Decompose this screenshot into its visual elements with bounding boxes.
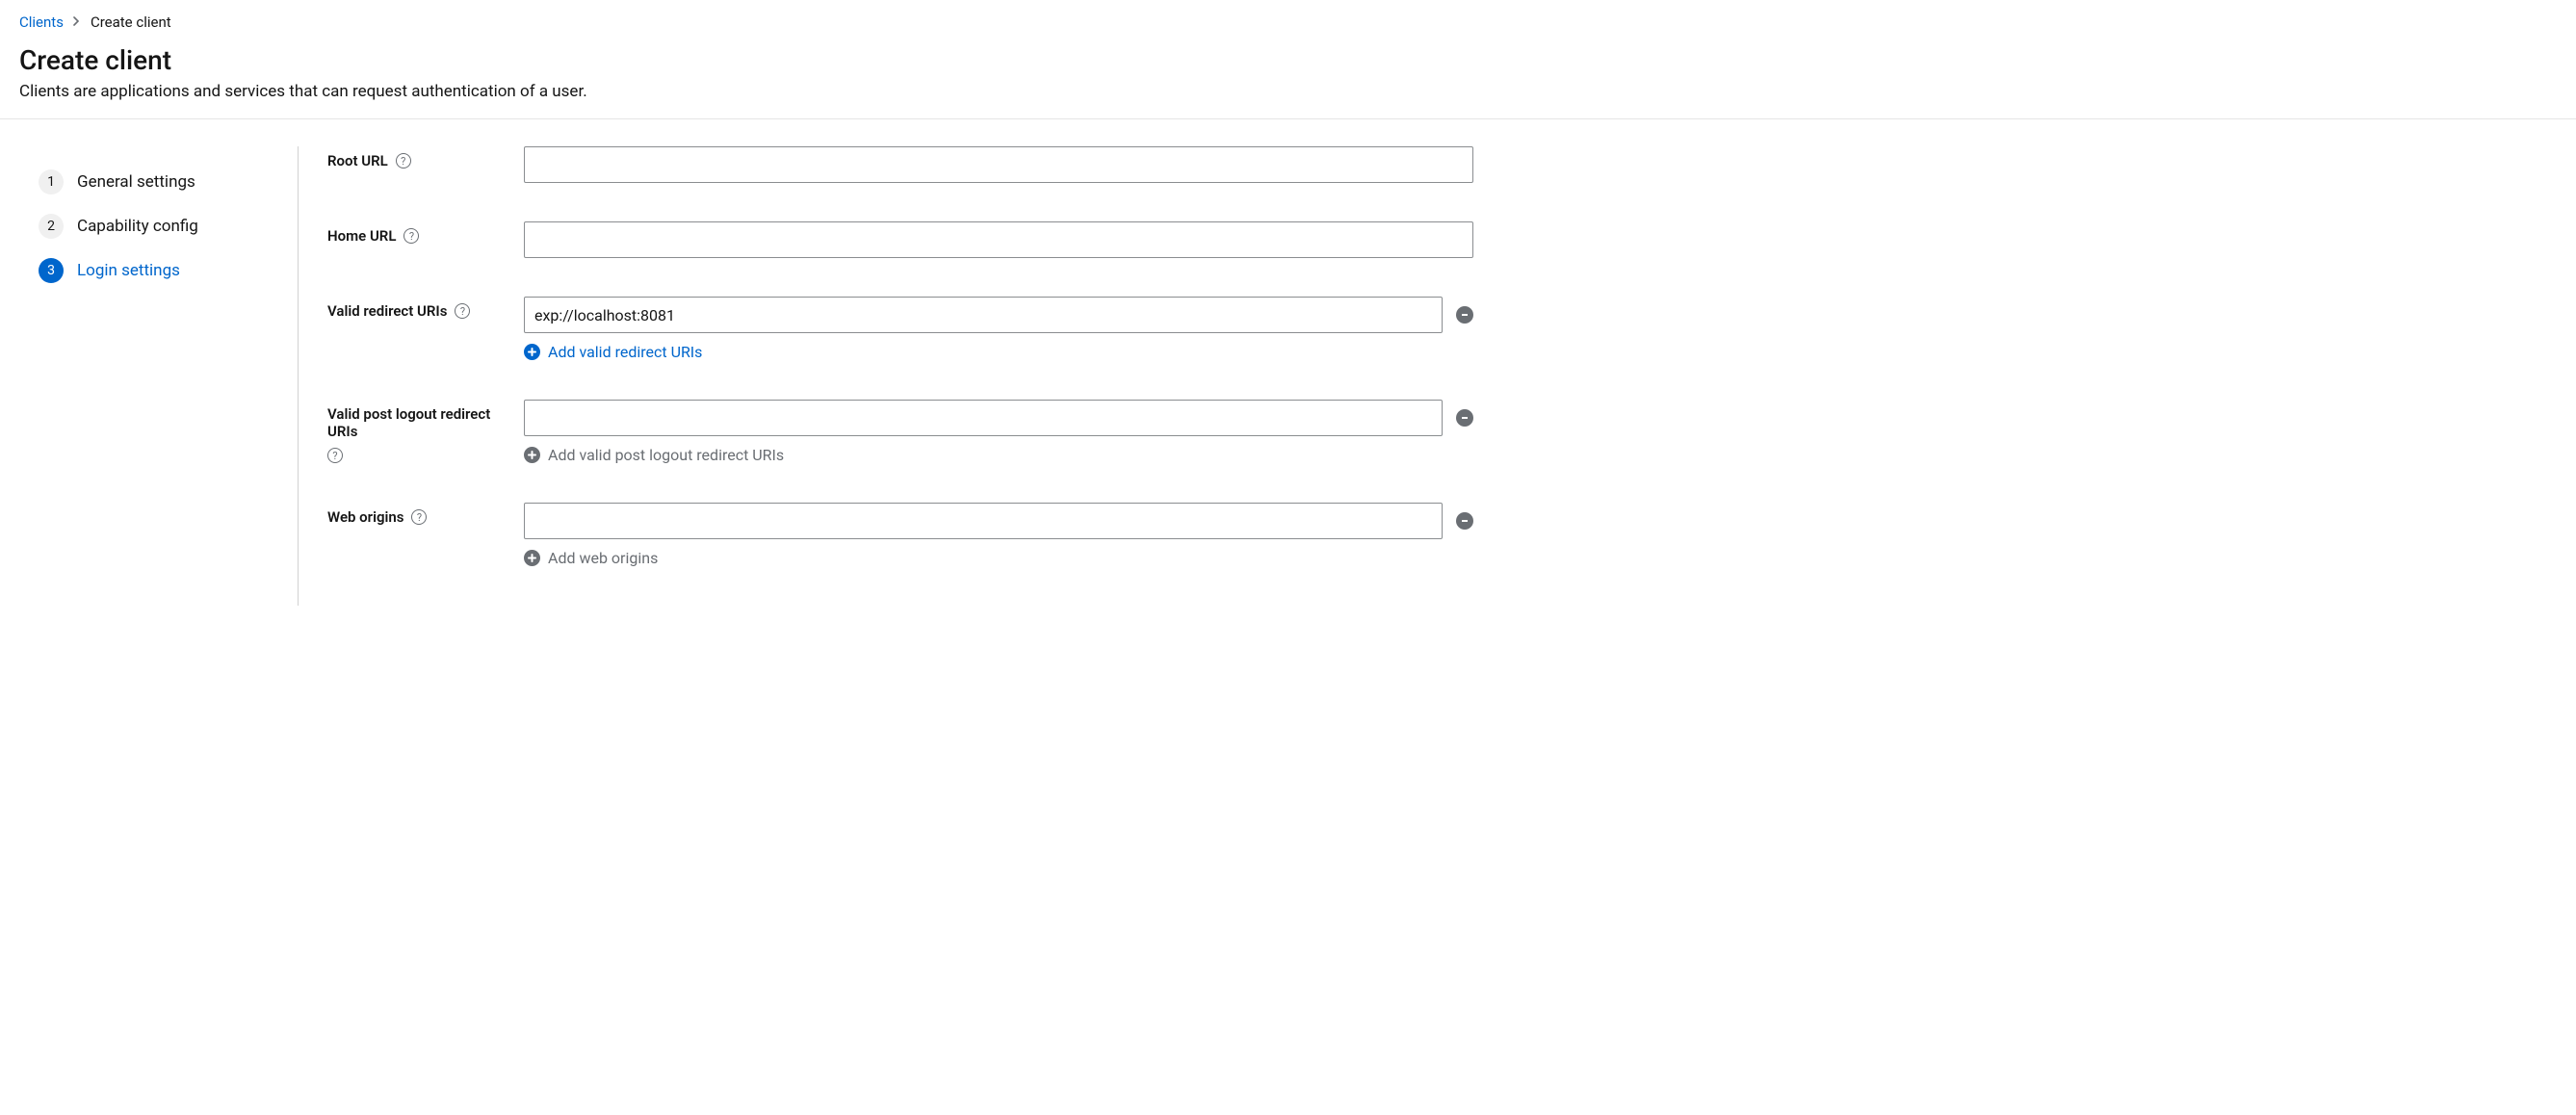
field-home-url: Home URL ? [327,221,1473,258]
web-origin-input[interactable] [524,503,1443,539]
help-icon[interactable]: ? [327,448,343,463]
page-header: Clients Create client Create client Clie… [0,0,2576,119]
add-link-label: Add web origins [548,549,658,567]
plus-circle-icon [524,550,540,566]
login-settings-form: Root URL ? Home URL ? Valid redirect URI… [299,146,1493,606]
web-origins-label: Web origins ? [327,503,501,526]
step-number: 3 [39,258,64,283]
field-post-logout-redirect-uris: Valid post logout redirect URIs ? Add va… [327,400,1473,464]
root-url-label: Root URL ? [327,146,501,169]
step-label: General settings [77,172,195,192]
label-text: Valid post logout redirect URIs [327,405,501,440]
step-label: Login settings [77,261,180,280]
remove-web-origin-button[interactable] [1456,512,1473,530]
help-icon[interactable]: ? [455,303,470,319]
step-number: 1 [39,169,64,194]
wizard-stepper: 1 General settings 2 Capability config 3… [29,146,299,606]
add-link-label: Add valid post logout redirect URIs [548,446,784,464]
page-subtitle: Clients are applications and services th… [19,82,2557,101]
home-url-label: Home URL ? [327,221,501,245]
page-title: Create client [19,44,2557,76]
breadcrumb-current: Create client [91,13,171,31]
minus-icon [1460,413,1470,423]
minus-icon [1460,310,1470,320]
post-logout-uri-input[interactable] [524,400,1443,436]
content-area: 1 General settings 2 Capability config 3… [0,119,2576,606]
chevron-right-icon [73,16,81,29]
step-general-settings[interactable]: 1 General settings [29,160,278,204]
field-web-origins: Web origins ? Add web origins [327,503,1473,567]
help-icon[interactable]: ? [411,509,427,525]
post-logout-uris-label: Valid post logout redirect URIs ? [327,400,501,463]
help-icon[interactable]: ? [396,153,411,169]
label-text: Web origins [327,508,403,526]
redirect-uri-input[interactable] [524,297,1443,333]
field-root-url: Root URL ? [327,146,1473,183]
add-post-logout-uri-button[interactable]: Add valid post logout redirect URIs [524,446,1473,464]
valid-redirect-uris-label: Valid redirect URIs ? [327,297,501,320]
field-valid-redirect-uris: Valid redirect URIs ? Add valid redirect… [327,297,1473,361]
add-redirect-uri-button[interactable]: Add valid redirect URIs [524,343,1473,361]
step-number: 2 [39,214,64,239]
step-capability-config[interactable]: 2 Capability config [29,204,278,248]
add-web-origin-button[interactable]: Add web origins [524,549,1473,567]
home-url-input[interactable] [524,221,1473,258]
step-login-settings[interactable]: 3 Login settings [29,248,278,293]
help-icon[interactable]: ? [403,228,419,244]
breadcrumb: Clients Create client [19,13,2557,31]
remove-post-logout-uri-button[interactable] [1456,409,1473,427]
root-url-input[interactable] [524,146,1473,183]
plus-circle-icon [524,447,540,463]
label-text: Home URL [327,227,396,245]
label-text: Root URL [327,152,388,169]
step-label: Capability config [77,217,198,236]
add-link-label: Add valid redirect URIs [548,343,702,361]
remove-redirect-uri-button[interactable] [1456,306,1473,324]
breadcrumb-parent-link[interactable]: Clients [19,13,64,31]
label-text: Valid redirect URIs [327,302,447,320]
plus-circle-icon [524,344,540,360]
minus-icon [1460,516,1470,526]
